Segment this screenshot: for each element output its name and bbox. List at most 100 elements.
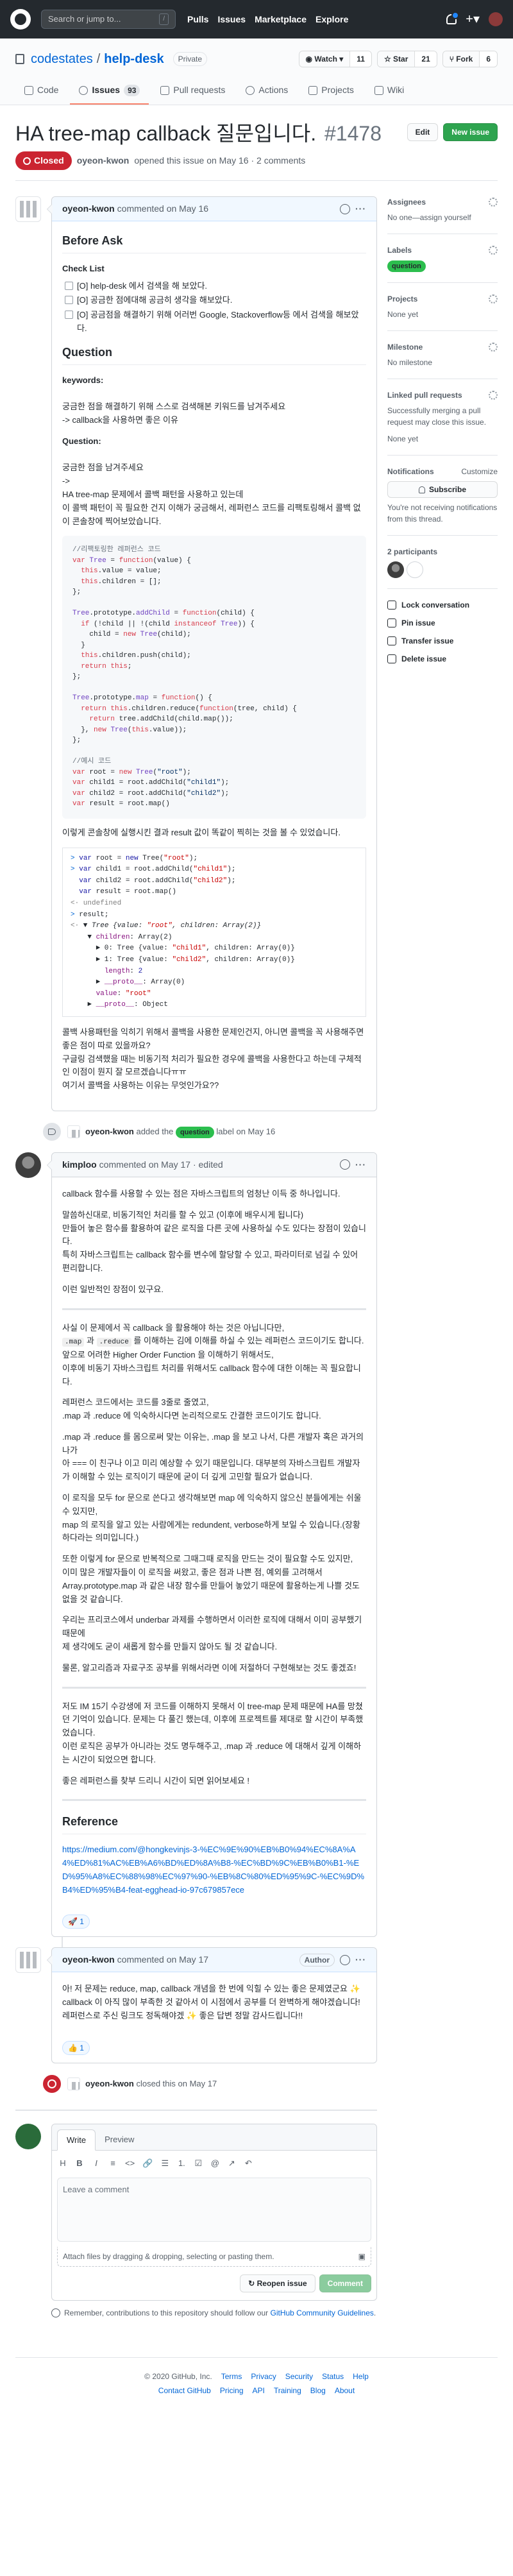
footer-link-pricing[interactable]: Pricing — [220, 2385, 244, 2396]
projects-heading[interactable]: Projects — [387, 293, 417, 305]
add-reaction-icon[interactable] — [340, 1159, 350, 1170]
gear-icon[interactable] — [489, 246, 498, 255]
tab-wiki[interactable]: Wiki — [366, 78, 413, 105]
tab-preview[interactable]: Preview — [96, 2129, 143, 2151]
gear-icon[interactable] — [489, 343, 498, 352]
repo-owner-link[interactable]: codestates — [31, 49, 93, 69]
create-new-plus-icon[interactable]: +▾ — [466, 13, 480, 26]
tab-pull-requests[interactable]: Pull requests — [151, 78, 234, 105]
milestone-heading[interactable]: Milestone — [387, 341, 423, 353]
footer-link-contact[interactable]: Contact GitHub — [158, 2385, 211, 2396]
label-question[interactable]: question — [387, 260, 426, 272]
event-avatar[interactable] — [67, 2077, 80, 2090]
more-options-icon[interactable]: ··· — [355, 202, 366, 216]
star-count[interactable]: 21 — [414, 51, 437, 67]
task-list-icon[interactable]: ☑ — [194, 2157, 203, 2170]
avatar[interactable] — [407, 561, 423, 578]
nav-pulls[interactable]: Pulls — [187, 13, 208, 26]
search-input[interactable]: Search or jump to... / — [41, 10, 176, 29]
user-avatar[interactable] — [489, 12, 503, 26]
tab-write[interactable]: Write — [57, 2129, 96, 2151]
star-button[interactable]: ☆ Star 21 — [376, 51, 437, 67]
tab-issues[interactable]: Issues 93 — [70, 78, 149, 105]
event-actor[interactable]: oyeon-kwon — [85, 2079, 134, 2088]
bold-icon[interactable]: B — [75, 2157, 84, 2170]
watch-button[interactable]: ◉ Watch ▾ 11 — [298, 51, 372, 67]
linked-prs-heading[interactable]: Linked pull requests — [387, 389, 462, 401]
reaction-thumbs-up[interactable]: 👍 1 — [62, 2040, 90, 2055]
add-reaction-icon[interactable] — [340, 203, 350, 214]
assignees-value[interactable]: No one—assign yourself — [387, 212, 498, 223]
subscribe-button[interactable]: Subscribe — [387, 481, 498, 498]
comment-author[interactable]: oyeon-kwon — [62, 202, 115, 216]
comment-time[interactable]: commented on May 16 — [117, 202, 208, 216]
comment-button[interactable]: Comment — [319, 2274, 371, 2292]
reopen-issue-button[interactable]: ↻ Reopen issue — [240, 2274, 315, 2292]
avatar[interactable] — [15, 1947, 41, 1974]
event-actor[interactable]: oyeon-kwon — [85, 1127, 134, 1136]
add-reaction-icon[interactable] — [340, 1954, 350, 1965]
footer-link-blog[interactable]: Blog — [310, 2385, 326, 2396]
footer-link-privacy[interactable]: Privacy — [251, 2371, 276, 2382]
more-options-icon[interactable]: ··· — [355, 1953, 366, 1966]
comment-author[interactable]: kimploo — [62, 1158, 97, 1172]
comment-textarea[interactable]: Leave a comment — [57, 2177, 371, 2242]
repo-name-link[interactable]: help-desk — [104, 49, 164, 69]
footer-link-api[interactable]: API — [253, 2385, 265, 2396]
footer-link-help[interactable]: Help — [353, 2371, 369, 2382]
transfer-issue-button[interactable]: Transfer issue — [387, 635, 498, 647]
guidelines-link[interactable]: GitHub Community Guidelines — [271, 2308, 374, 2317]
comment-author[interactable]: oyeon-kwon — [62, 1953, 115, 1966]
label-question[interactable]: question — [175, 1126, 214, 1138]
tab-projects[interactable]: Projects — [299, 78, 363, 105]
github-logo-icon[interactable] — [10, 9, 31, 30]
reply-icon[interactable]: ↶ — [244, 2157, 253, 2170]
event-avatar[interactable] — [67, 1125, 80, 1138]
italic-icon[interactable]: I — [92, 2157, 101, 2170]
customize-link[interactable]: Customize — [461, 466, 498, 477]
pin-issue-button[interactable]: Pin issue — [387, 617, 498, 629]
ordered-list-icon[interactable]: 1. — [177, 2157, 186, 2170]
nav-explore[interactable]: Explore — [315, 13, 348, 26]
more-options-icon[interactable]: ··· — [355, 1158, 366, 1172]
reaction-rocket[interactable]: 🚀 1 — [62, 1915, 90, 1929]
quote-icon[interactable]: ≡ — [108, 2157, 117, 2170]
attach-files-bar[interactable]: Attach files by dragging & dropping, sel… — [57, 2246, 371, 2267]
gear-icon[interactable] — [489, 294, 498, 303]
nav-marketplace[interactable]: Marketplace — [255, 13, 307, 26]
fork-button[interactable]: ⑂ Fork 6 — [442, 51, 498, 67]
code-icon[interactable]: <> — [125, 2157, 135, 2170]
new-issue-button[interactable]: New issue — [443, 123, 498, 141]
labels-heading[interactable]: Labels — [387, 244, 412, 256]
comment-time[interactable]: commented on May 17 — [117, 1953, 208, 1966]
unordered-list-icon[interactable]: ☰ — [160, 2157, 169, 2170]
reference-link[interactable]: https://medium.com/@hongkevinjs-3-%EC%9E… — [62, 1845, 364, 1894]
delete-issue-button[interactable]: Delete issue — [387, 653, 498, 665]
watch-count[interactable]: 11 — [349, 51, 371, 67]
nav-issues[interactable]: Issues — [217, 13, 246, 26]
heading-icon[interactable]: H — [58, 2157, 67, 2170]
avatar[interactable] — [15, 1152, 41, 1178]
avatar[interactable] — [15, 2123, 41, 2149]
gear-icon[interactable] — [489, 391, 498, 400]
edit-title-button[interactable]: Edit — [407, 123, 439, 141]
footer-link-status[interactable]: Status — [322, 2371, 344, 2382]
mention-icon[interactable]: @ — [210, 2157, 219, 2170]
fork-count[interactable]: 6 — [479, 51, 497, 67]
issue-author[interactable]: oyeon-kwon — [77, 154, 130, 167]
gear-icon[interactable] — [489, 198, 498, 207]
notifications-bell-icon[interactable] — [446, 12, 460, 24]
cross-reference-icon[interactable]: ↗ — [227, 2157, 236, 2170]
tab-actions[interactable]: Actions — [237, 78, 297, 105]
footer-link-about[interactable]: About — [335, 2385, 355, 2396]
assignees-heading[interactable]: Assignees — [387, 196, 426, 208]
tab-code[interactable]: Code — [15, 78, 67, 105]
avatar[interactable] — [387, 561, 404, 578]
comment-time[interactable]: commented on May 17 · edited — [99, 1158, 223, 1172]
link-icon[interactable]: 🔗 — [142, 2157, 153, 2170]
avatar[interactable] — [15, 196, 41, 222]
lock-conversation-button[interactable]: Lock conversation — [387, 599, 498, 611]
footer-link-security[interactable]: Security — [285, 2371, 313, 2382]
footer-link-terms[interactable]: Terms — [221, 2371, 242, 2382]
footer-link-training[interactable]: Training — [274, 2385, 301, 2396]
